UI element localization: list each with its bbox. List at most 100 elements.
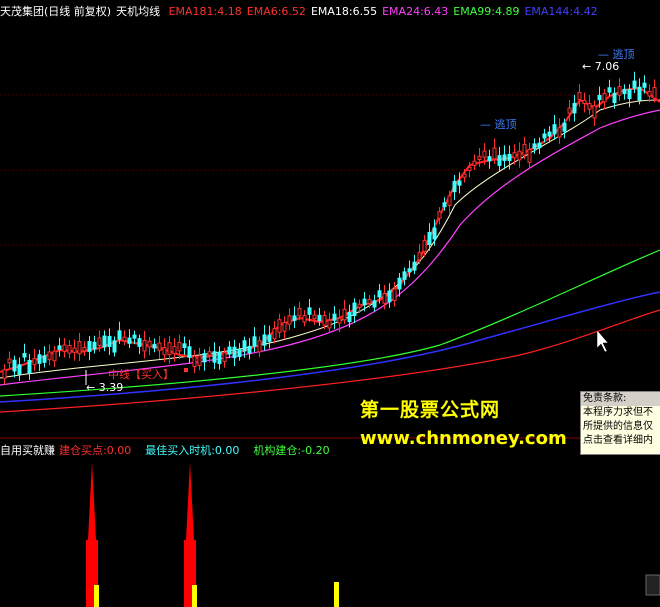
candle-up [567, 107, 572, 114]
candle-down [267, 334, 272, 342]
candle-down [17, 364, 22, 375]
candle-up [617, 86, 622, 96]
candle-down [442, 202, 447, 208]
candle-down [387, 290, 392, 303]
candlesticks [2, 71, 657, 385]
candle-up [312, 314, 317, 320]
low-price-value: 3.39 [98, 381, 124, 394]
candle-up [142, 340, 147, 352]
candle-down [362, 298, 367, 306]
candle-down [332, 313, 337, 321]
candle-down [407, 268, 412, 273]
candle-up [147, 340, 152, 348]
candle-down [252, 336, 257, 347]
candle-down [237, 349, 242, 358]
ema-value: EMA99:4.89 [453, 5, 520, 18]
ema-value: EMA6:6.52 [246, 5, 306, 18]
candle-down [552, 124, 557, 135]
candle-up [197, 355, 202, 366]
escape-top-label-2: — 逃顶 [598, 48, 635, 61]
candle-up [97, 337, 102, 346]
candle-down [57, 345, 62, 350]
candle-down [642, 82, 647, 88]
candle-down [397, 277, 402, 290]
buy-spike [88, 462, 96, 540]
ema-value: EMA144:4.42 [524, 5, 598, 18]
candle-down [457, 180, 462, 186]
candle-down [27, 360, 32, 374]
disclaimer-line[interactable]: 点击查看详细内 [581, 434, 660, 448]
candle-down [137, 338, 142, 347]
candle-down [22, 353, 27, 358]
indicator-value: 最佳买入时机:0.00 [145, 444, 240, 457]
low-price-label: ← 3.39 [86, 381, 124, 394]
candle-down [532, 143, 537, 149]
stock-chart-window[interactable]: 天茂集团(日线 前复权) 天机均线 EMA181:4.18 EMA6:6.52 EMA… [0, 0, 660, 607]
candle-down [432, 227, 437, 240]
candle-up [297, 307, 302, 317]
mouse-cursor-icon [596, 329, 609, 353]
candle-down [597, 94, 602, 101]
candle-up [207, 351, 212, 356]
candle-up [342, 308, 347, 321]
candle-up [512, 152, 517, 159]
candle-up [72, 347, 77, 353]
candle-down [627, 89, 632, 99]
candle-up [587, 103, 592, 110]
candle-down [262, 334, 267, 346]
candle-up [167, 342, 172, 356]
candle-up [382, 292, 387, 304]
candle-up [47, 351, 52, 361]
candle-down [132, 334, 137, 339]
candle-down [572, 102, 577, 114]
candle-up [462, 173, 467, 178]
candle-up [277, 319, 282, 333]
candle-up [157, 342, 162, 351]
ema-value: EMA181:4.18 [168, 5, 242, 18]
indicator-bars [86, 462, 660, 607]
candle-down [307, 307, 312, 315]
candle-up [517, 150, 522, 161]
ema-value: EMA24:6.43 [382, 5, 449, 18]
candle-down [632, 80, 637, 89]
candle-up [492, 147, 497, 160]
candle-down [182, 343, 187, 349]
indicator-panel-header: 自用买就赚 建仓买点:0.00 最佳买入时机:0.00 机构建仓:-0.20 [0, 442, 358, 458]
candle-down [152, 343, 157, 349]
candle-down [377, 290, 382, 298]
disclaimer-line: 本程序力求但不 [583, 407, 653, 418]
candle-up [467, 166, 472, 172]
candle-down [42, 355, 47, 363]
indicator-value: 机构建仓:-0.20 [253, 444, 330, 457]
indicator-values: 建仓买点:0.00 最佳买入时机:0.00 机构建仓:-0.20 [59, 444, 344, 457]
candle-up [447, 195, 452, 206]
candle-up [52, 350, 57, 362]
candle-down [107, 335, 112, 347]
chart-header: 天茂集团(日线 前复权) 天机均线 EMA181:4.18 EMA6:6.52 EMA… [0, 3, 608, 19]
candle-down [502, 154, 507, 161]
candle-down [247, 345, 252, 354]
candle-down [497, 155, 502, 166]
candle-up [602, 92, 607, 103]
disclaimer-box[interactable]: 免责条款: 本程序力求但不 所提供的信息仅 点击查看详细内 [580, 391, 660, 455]
candle-down [117, 330, 122, 340]
candle-up [82, 347, 87, 352]
candle-down [372, 300, 377, 308]
ema-values: EMA181:4.18 EMA6:6.52 EMA18:6.55 EMA24:6.43… [169, 5, 603, 18]
disclaimer-title: 免责条款: [581, 392, 660, 406]
candle-up [7, 358, 12, 364]
buy-bar-yellow [192, 585, 197, 607]
candle-up [582, 99, 587, 105]
candle-up [482, 150, 487, 158]
stock-title: 天茂集团(日线 前复权) [0, 5, 112, 18]
candle-up [172, 346, 177, 355]
buy-signal-marker [184, 368, 188, 372]
candle-down [212, 351, 217, 363]
candle-up [652, 87, 657, 99]
candle-down [352, 302, 357, 317]
candle-down [227, 346, 232, 355]
escape-top-text-2: 逃顶 [612, 48, 635, 61]
candle-down [547, 131, 552, 137]
candle-up [192, 355, 197, 368]
kline-chart[interactable] [0, 0, 660, 607]
